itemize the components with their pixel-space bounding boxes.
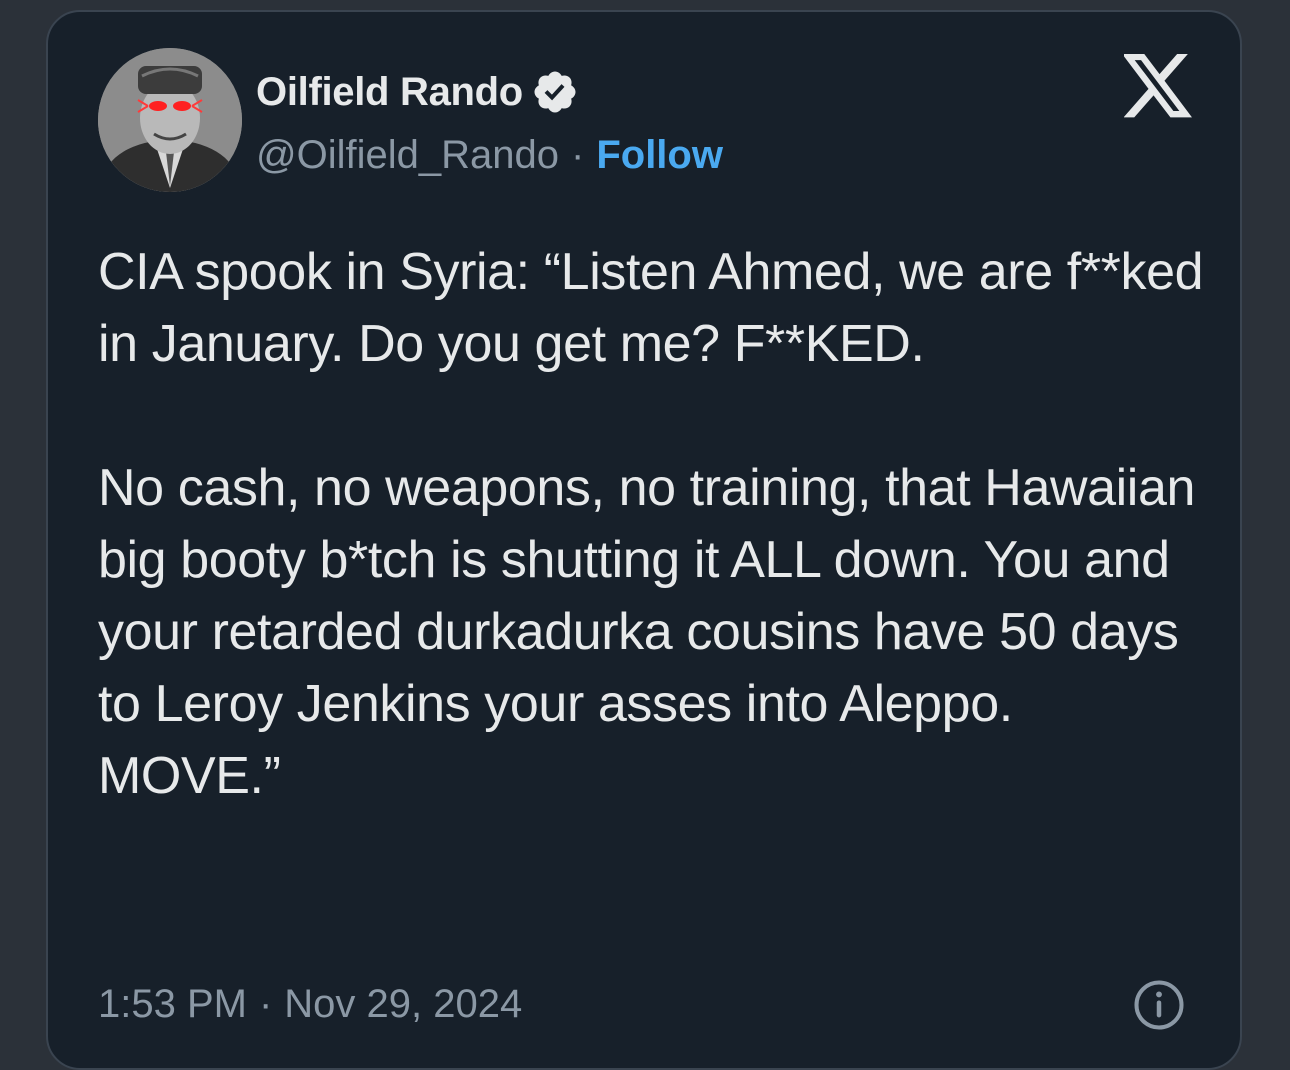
tweet-time[interactable]: 1:53 PM — [98, 982, 247, 1027]
tweet-meta: 1:53 PM · Nov 29, 2024 — [98, 976, 522, 1032]
follow-button[interactable]: Follow — [596, 133, 723, 178]
tweet-paragraph-1: CIA spook in Syria: “Listen Ahmed, we ar… — [98, 243, 1204, 373]
avatar[interactable] — [98, 48, 242, 192]
verified-badge-icon — [534, 71, 576, 113]
author-name-row: Oilfield Rando — [256, 67, 579, 117]
tweet-card: Oilfield Rando @Oilfield_Rando · Follow … — [46, 10, 1242, 1070]
tweet-paragraph-2: No cash, no weapons, no training, that H… — [98, 459, 1195, 805]
meta-separator: · — [258, 981, 273, 1026]
tweet-date[interactable]: Nov 29, 2024 — [284, 982, 522, 1027]
avatar-laser-eyes-icon — [98, 48, 242, 192]
handle-separator: · — [571, 132, 585, 177]
tweet-text: CIA spook in Syria: “Listen Ahmed, we ar… — [98, 236, 1208, 812]
author-handle[interactable]: @Oilfield_Rando — [256, 133, 559, 178]
author-handle-row: @Oilfield_Rando · Follow — [256, 130, 723, 180]
author-display-name[interactable]: Oilfield Rando — [256, 70, 523, 115]
x-logo-icon[interactable] — [1124, 54, 1194, 118]
info-icon[interactable] — [1132, 978, 1186, 1032]
